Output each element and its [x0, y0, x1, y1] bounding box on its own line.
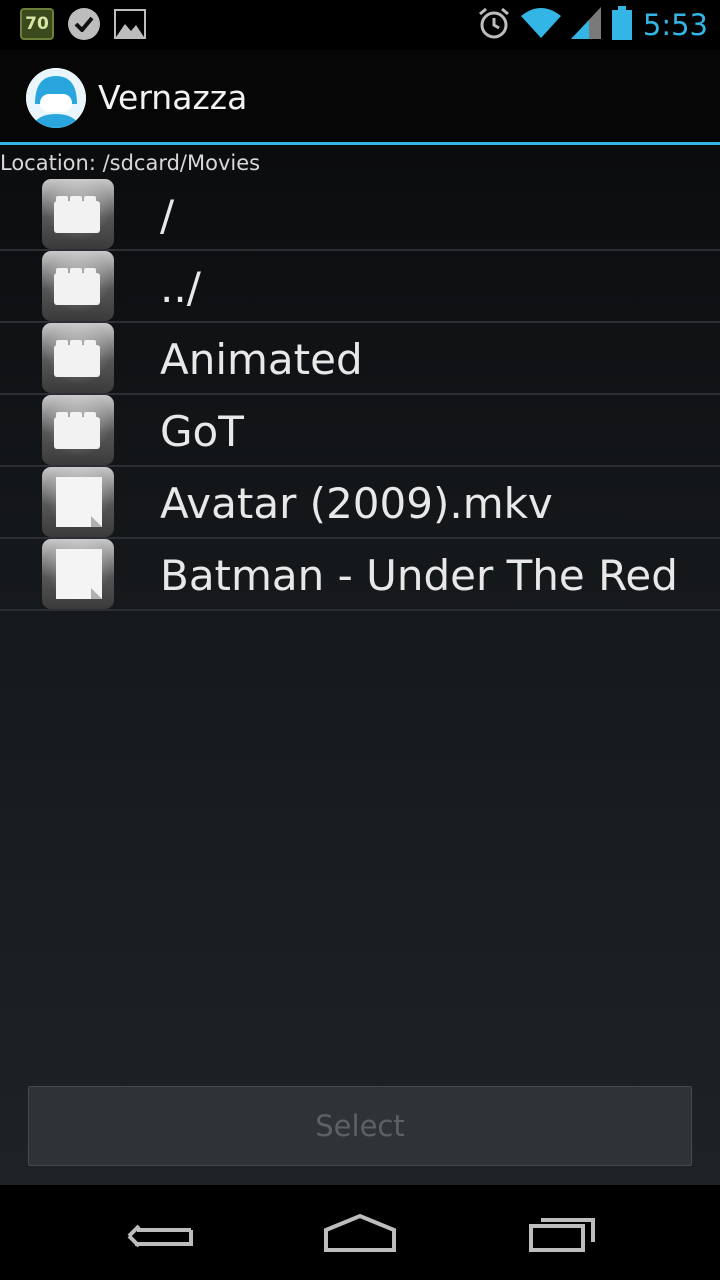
recents-icon[interactable] [518, 1207, 608, 1257]
file-name: ../ [160, 263, 201, 312]
battery-percent-icon: 70 [20, 8, 54, 40]
list-item[interactable]: Avatar (2009).mkv [0, 467, 720, 539]
home-icon[interactable] [315, 1207, 405, 1257]
back-icon[interactable] [115, 1207, 205, 1257]
alarm-icon [477, 6, 511, 44]
list-item[interactable]: GoT [0, 395, 720, 467]
list-item[interactable]: ../ [0, 251, 720, 323]
file-name: Batman - Under The Red [160, 551, 678, 600]
signal-icon [570, 7, 601, 43]
folder-icon [42, 323, 114, 393]
status-bar: 70 5:53 [0, 0, 720, 50]
location-path: Location: /sdcard/Movies [0, 151, 261, 175]
file-icon [42, 539, 114, 609]
file-name: Animated [160, 335, 363, 384]
app-logo-icon[interactable] [26, 68, 86, 128]
file-name: GoT [160, 407, 244, 456]
folder-icon [42, 251, 114, 321]
file-browser: Location: /sdcard/Movies / ../ Animated … [0, 145, 720, 1185]
wifi-icon [520, 8, 561, 42]
navigation-bar [0, 1185, 720, 1280]
select-button[interactable]: Select [28, 1086, 692, 1166]
folder-icon [42, 395, 114, 465]
clock: 5:53 [642, 8, 708, 42]
file-name: Avatar (2009).mkv [160, 479, 553, 528]
image-icon [114, 9, 146, 39]
list-item[interactable]: / [0, 179, 720, 251]
battery-icon [611, 6, 633, 44]
file-name: / [160, 191, 175, 240]
list-item[interactable]: Batman - Under The Red [0, 539, 720, 611]
checkmark-icon [68, 8, 100, 40]
app-title: Vernazza [98, 78, 248, 117]
folder-icon [42, 179, 114, 249]
file-icon [42, 467, 114, 537]
list-item[interactable]: Animated [0, 323, 720, 395]
file-list[interactable]: / ../ Animated GoT Avatar (2009).mkv Bat… [0, 179, 720, 611]
action-bar: Vernazza [0, 50, 720, 142]
